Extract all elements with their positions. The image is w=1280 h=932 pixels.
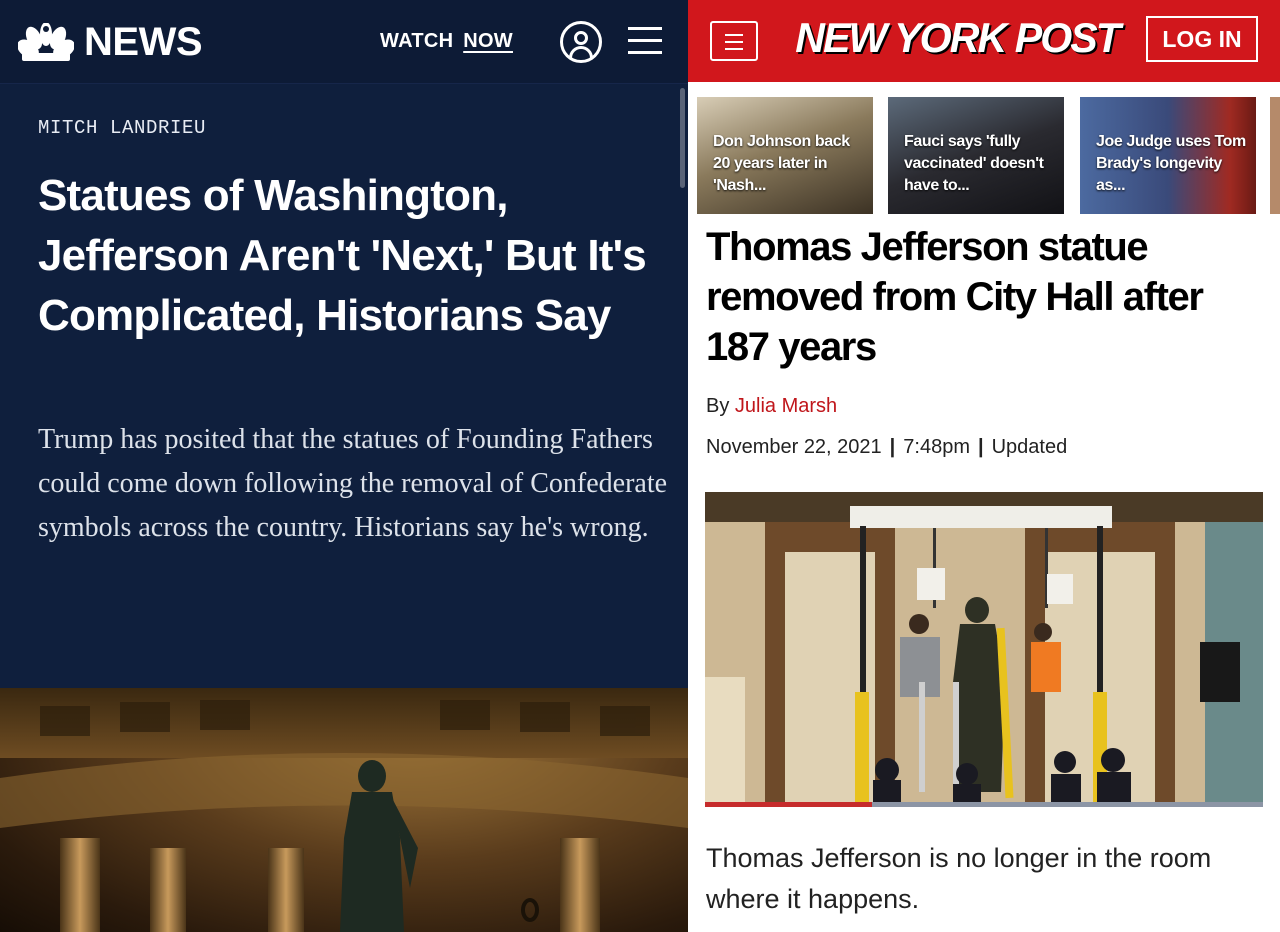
article-headline: Statues of Washington, Jefferson Aren't … bbox=[38, 171, 647, 340]
menu-icon[interactable] bbox=[710, 21, 758, 61]
nbc-header: NEWS WATCH NOW bbox=[0, 0, 688, 84]
photo-progress-bar bbox=[705, 802, 1263, 807]
nbc-news-screen: NEWS WATCH NOW MITCH LANDRIEU Statues of… bbox=[0, 0, 688, 932]
trending-story-card[interactable]: Joe Judge uses Tom Brady's longevity as.… bbox=[1080, 97, 1256, 214]
article-dek: Trump has posited that the statues of Fo… bbox=[38, 424, 668, 543]
separator: | bbox=[978, 436, 984, 458]
statue-removal-photo[interactable] bbox=[705, 492, 1263, 802]
trending-story-card-partial[interactable] bbox=[1270, 97, 1280, 214]
jefferson-memorial-photo bbox=[0, 688, 688, 932]
article-kicker[interactable]: MITCH LANDRIEU bbox=[38, 117, 206, 139]
publish-date: November 22, 2021 bbox=[706, 436, 882, 458]
menu-icon[interactable] bbox=[628, 27, 662, 55]
watch-label: WATCH bbox=[380, 30, 454, 52]
trending-story-card[interactable]: Don Johnson back 20 years later in 'Nash… bbox=[697, 97, 873, 214]
photo-progress-fill bbox=[705, 802, 873, 807]
author-link[interactable]: Julia Marsh bbox=[735, 395, 837, 417]
login-button[interactable]: LOG IN bbox=[1146, 16, 1258, 62]
nyp-header: NEW YORK POST LOG IN bbox=[688, 0, 1280, 82]
trending-story-caption: Joe Judge uses Tom Brady's longevity as.… bbox=[1096, 133, 1246, 194]
scrollbar[interactable] bbox=[680, 88, 685, 188]
byline-prefix: By bbox=[706, 395, 730, 417]
publish-time: 7:48pm bbox=[903, 436, 970, 458]
trending-story-card[interactable]: Fauci says 'fully vaccinated' doesn't ha… bbox=[888, 97, 1064, 214]
nyp-logo[interactable]: NEW YORK POST bbox=[795, 14, 1121, 62]
nbc-logo[interactable]: NEWS bbox=[18, 20, 203, 65]
peacock-icon bbox=[18, 22, 74, 63]
new-york-post-screen: NEW YORK POST LOG IN Don Johnson back 20… bbox=[688, 0, 1280, 932]
trending-story-caption: Fauci says 'fully vaccinated' doesn't ha… bbox=[904, 133, 1044, 194]
trending-story-caption: Don Johnson back 20 years later in 'Nash… bbox=[713, 133, 850, 194]
byline: By Julia Marsh bbox=[706, 395, 837, 418]
user-icon[interactable] bbox=[560, 21, 602, 63]
watch-now-link[interactable]: WATCH NOW bbox=[380, 30, 513, 53]
article-lede: Thomas Jefferson is no longer in the roo… bbox=[706, 843, 1212, 914]
separator: | bbox=[889, 436, 896, 458]
nbc-logo-text: NEWS bbox=[84, 20, 203, 64]
updated-label[interactable]: Updated bbox=[992, 436, 1068, 458]
now-label: NOW bbox=[463, 30, 513, 52]
dateline: November 22, 2021 | 7:48pm | Updated bbox=[706, 436, 1067, 459]
article-headline: Thomas Jefferson statue removed from Cit… bbox=[706, 225, 1204, 369]
